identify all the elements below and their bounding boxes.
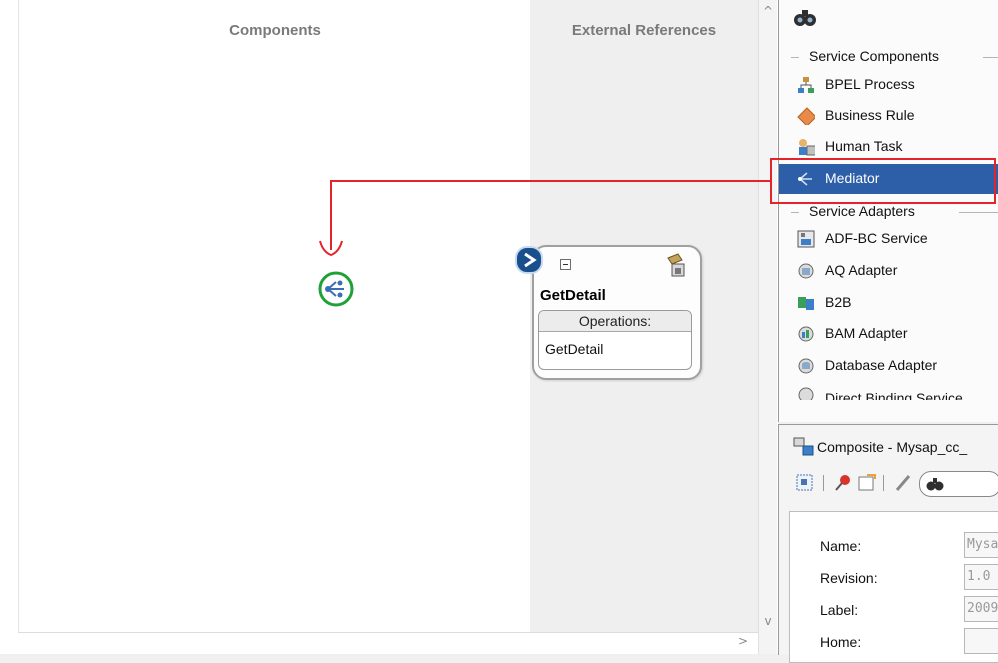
collapse-icon[interactable] [560, 259, 571, 270]
pencil-icon[interactable] [893, 473, 913, 493]
palette-item-label: ADF-BC Service [825, 230, 928, 246]
palette-item-bpel-process[interactable]: BPEL Process [779, 70, 998, 100]
palette-item-bam-adapter[interactable]: BAM Adapter [779, 319, 998, 349]
properties-search-field[interactable] [919, 471, 998, 497]
name-label: Name: [820, 538, 862, 554]
palette-item-label: BAM Adapter [825, 325, 908, 341]
mediator-component-icon[interactable] [316, 270, 356, 310]
label-label: Label: [820, 602, 859, 618]
bpel-process-icon [798, 77, 814, 93]
select-tool-icon[interactable] [795, 473, 815, 493]
mediator-highlight-annotation [770, 158, 996, 204]
direct-binding-service-icon [798, 387, 814, 400]
home-label: Home: [820, 634, 862, 650]
palette-item-business-rule[interactable]: Business Rule [779, 101, 998, 131]
section-divider [983, 57, 998, 58]
service-components-header[interactable]: Service Components [809, 48, 939, 64]
label-field[interactable]: 2009 [964, 596, 998, 622]
palette-item-aq-adapter[interactable]: AQ Adapter [779, 256, 998, 286]
b2b-icon [798, 297, 814, 310]
scroll-up-arrow-icon[interactable]: ^ [759, 4, 777, 18]
operation-item[interactable]: GetDetail [545, 341, 603, 357]
component-palette: Service Components BPEL Process Business… [778, 0, 998, 422]
palette-item-label: Human Task [825, 138, 903, 154]
external-references-title: External References [571, 22, 717, 39]
palette-item-label: Business Rule [825, 107, 915, 123]
properties-panel: Composite - Mysap_cc_ Name: Mysa Revisio… [778, 424, 998, 663]
properties-title: Composite - Mysap_cc_ [817, 439, 968, 455]
edit-properties-icon[interactable] [857, 473, 877, 493]
components-lane[interactable]: Components [18, 0, 531, 633]
palette-item-adf-bc-service[interactable]: ADF-BC Service [779, 224, 998, 254]
binoculars-icon[interactable] [793, 6, 817, 28]
operations-header: Operations: [539, 311, 691, 332]
adf-bc-service-icon [797, 230, 815, 248]
binoculars-icon [926, 478, 944, 491]
scroll-down-arrow-icon[interactable]: v [759, 614, 777, 628]
palette-item-direct-binding-service[interactable]: Direct Binding Service [779, 384, 998, 400]
section-divider [959, 212, 998, 213]
reference-adapter-icon [667, 253, 685, 277]
palette-item-label: AQ Adapter [825, 262, 898, 278]
toolbar-separator [823, 475, 824, 491]
human-task-icon [799, 139, 815, 156]
toolbar-separator [883, 475, 884, 491]
annotation-arrow-horizontal [330, 180, 770, 182]
database-adapter-icon [798, 358, 814, 374]
palette-item-database-adapter[interactable]: Database Adapter [779, 351, 998, 381]
components-lane-title: Components [229, 22, 321, 39]
aq-adapter-icon [798, 263, 814, 279]
home-field[interactable] [964, 628, 998, 654]
service-interface-icon[interactable] [515, 246, 543, 274]
revision-field[interactable]: 1.0 [964, 564, 998, 590]
name-field[interactable]: Mysa [964, 532, 998, 558]
service-adapters-header[interactable]: Service Adapters [809, 203, 915, 219]
service-name: GetDetail [540, 287, 606, 304]
business-rule-icon [797, 107, 815, 125]
revision-label: Revision: [820, 570, 878, 586]
section-divider [791, 212, 799, 213]
bam-adapter-icon [798, 326, 814, 342]
palette-item-label: Direct Binding Service [825, 390, 963, 400]
palette-item-label: BPEL Process [825, 76, 915, 92]
scroll-right-arrow-icon[interactable]: > [734, 634, 752, 648]
pin-icon[interactable] [833, 473, 853, 493]
section-divider [791, 57, 799, 58]
operations-panel: Operations: GetDetail [538, 310, 692, 370]
canvas-vertical-scrollbar[interactable]: ^ v [758, 0, 777, 654]
composite-icon [793, 437, 814, 456]
palette-item-b2b[interactable]: B2B [779, 288, 998, 318]
properties-form: Name: Mysa Revision: 1.0 Label: 2009 Hom… [789, 511, 998, 663]
palette-item-label: Database Adapter [825, 357, 938, 373]
palette-item-label: B2B [825, 294, 852, 310]
properties-toolbar [779, 465, 998, 501]
annotation-arrowhead-icon [319, 240, 343, 257]
